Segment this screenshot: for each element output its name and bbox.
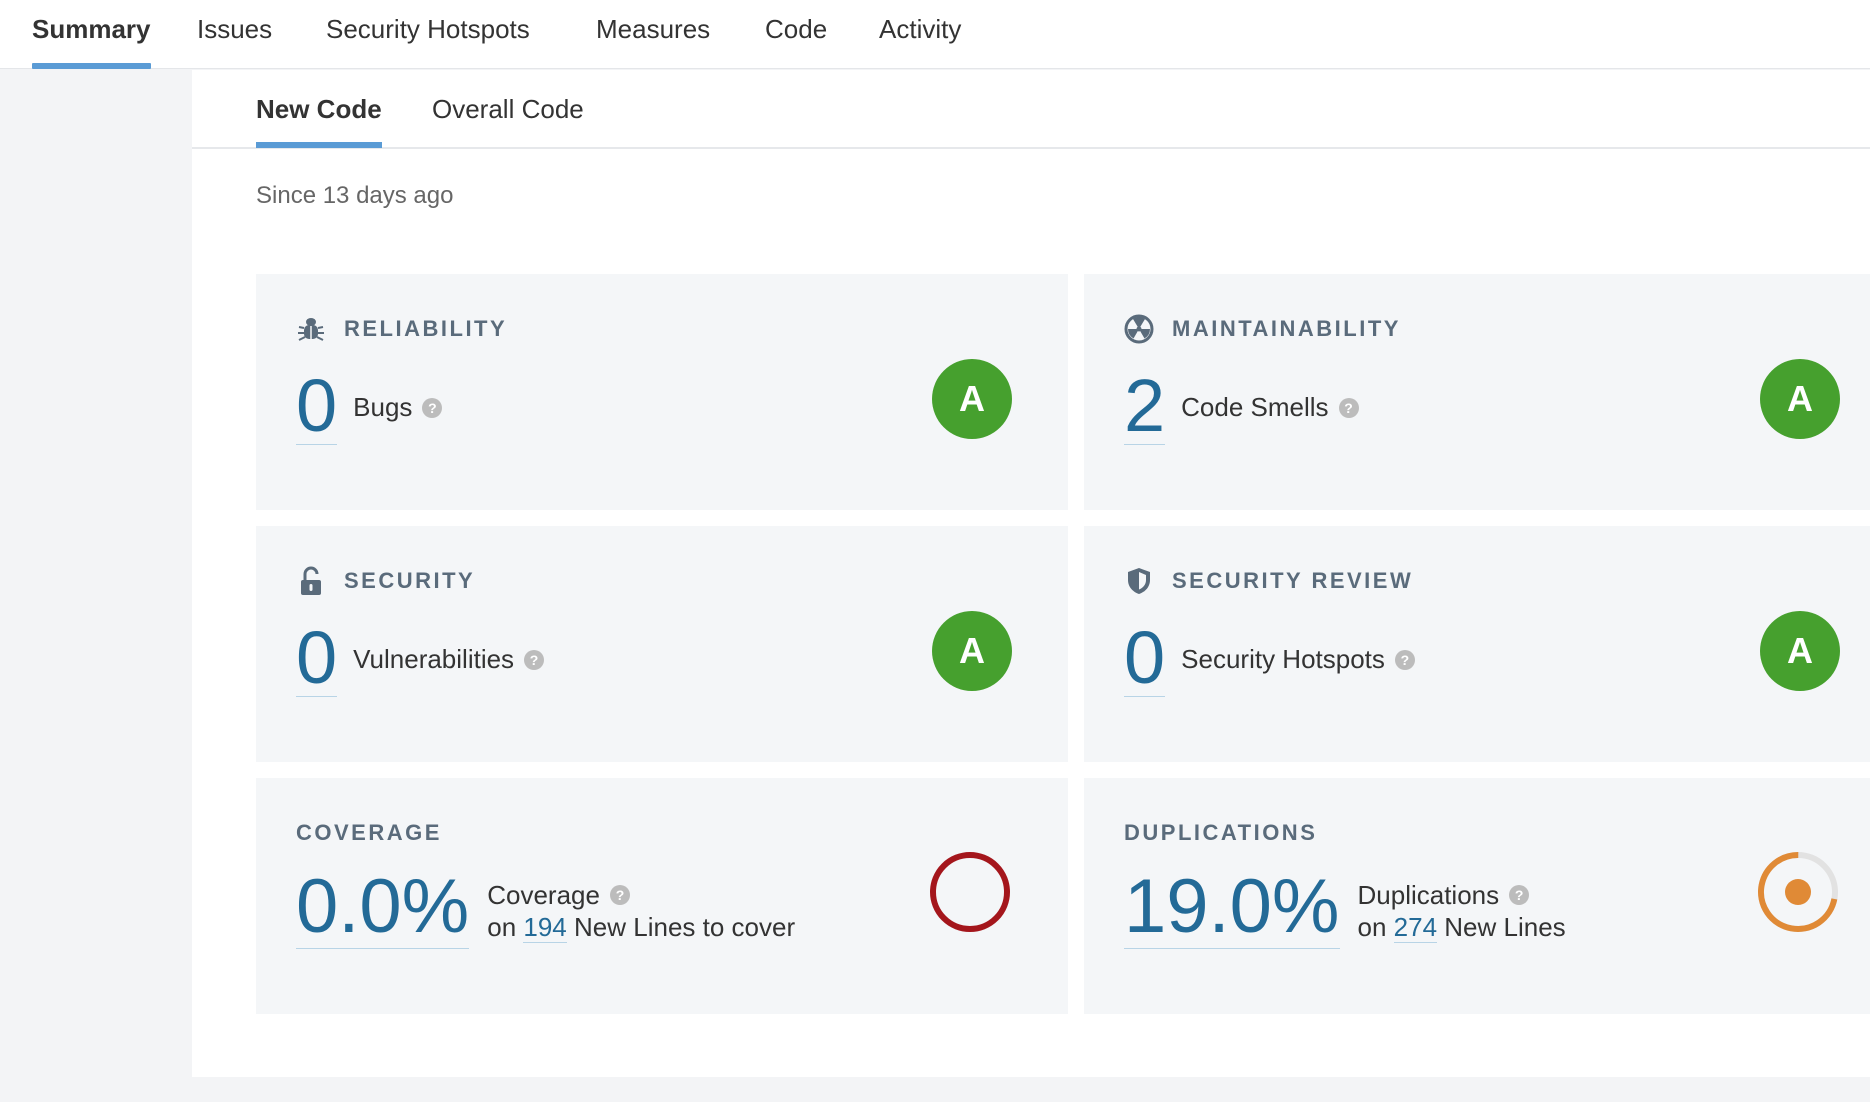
reliability-rating[interactable]: A (932, 359, 1012, 439)
tab-code[interactable]: Code (765, 14, 827, 45)
tab-summary[interactable]: Summary (32, 14, 151, 69)
top-nav: Summary Issues Security Hotspots Measure… (0, 0, 1870, 69)
vulnerabilities-count[interactable]: 0 (296, 621, 338, 697)
security-card: SECURITY 0 Vulnerabilities? A (256, 526, 1068, 762)
tab-measures[interactable]: Measures (596, 14, 710, 45)
duplications-donut-chart[interactable] (1756, 850, 1840, 934)
code-smells-count[interactable]: 2 (1124, 369, 1166, 445)
coverage-percent[interactable]: 0.0% (296, 868, 470, 949)
coverage-title: COVERAGE (296, 820, 442, 845)
reliability-card: RELIABILITY 0 Bugs? A (256, 274, 1068, 510)
coverage-donut-chart[interactable] (928, 850, 1012, 934)
duplications-percent[interactable]: 19.0% (1124, 868, 1340, 949)
radioactive-icon (1124, 314, 1154, 344)
security-review-card: SECURITY REVIEW 0 Security Hotspots? A (1084, 526, 1870, 762)
duplications-label: Duplications (1357, 880, 1500, 910)
maintainability-card: MAINTAINABILITY 2 Code Smells? A (1084, 274, 1870, 510)
maintainability-rating[interactable]: A (1760, 359, 1840, 439)
duplications-dot (1785, 879, 1811, 905)
code-smells-label: Code Smells (1181, 392, 1329, 422)
security-review-title: SECURITY REVIEW (1172, 568, 1414, 593)
code-period-tabs: New Code Overall Code (192, 70, 1870, 149)
reliability-title: RELIABILITY (344, 316, 508, 341)
coverage-label: Coverage (487, 880, 600, 910)
duplications-card: DUPLICATIONS 19.0% Duplications? on 274 … (1084, 778, 1870, 1014)
bug-icon (296, 314, 326, 344)
duplications-lines-suffix: New Lines (1444, 912, 1566, 942)
duplications-lines-link[interactable]: 274 (1393, 912, 1438, 943)
tab-new-code[interactable]: New Code (256, 94, 382, 148)
security-hotspots-label: Security Hotspots (1181, 644, 1385, 674)
help-icon[interactable]: ? (524, 649, 545, 670)
period-label: Since 13 days ago (256, 182, 454, 209)
help-icon[interactable]: ? (1394, 649, 1415, 670)
shield-icon (1124, 566, 1154, 596)
coverage-card: COVERAGE 0.0% Coverage? on 194 New Lines… (256, 778, 1068, 1014)
help-icon[interactable]: ? (1509, 885, 1530, 905)
summary-panel: New Code Overall Code Since 13 days ago … (192, 70, 1870, 1077)
coverage-on-text: on (487, 912, 517, 942)
security-rating[interactable]: A (932, 611, 1012, 691)
vulnerabilities-label: Vulnerabilities (353, 644, 515, 674)
security-hotspots-count[interactable]: 0 (1124, 621, 1166, 697)
tab-activity[interactable]: Activity (879, 14, 961, 45)
help-icon[interactable]: ? (1338, 397, 1359, 418)
security-review-rating[interactable]: A (1760, 611, 1840, 691)
tab-overall-code[interactable]: Overall Code (432, 94, 584, 125)
coverage-lines-link[interactable]: 194 (523, 912, 567, 943)
duplications-on-text: on (1357, 912, 1387, 942)
duplications-title: DUPLICATIONS (1124, 820, 1318, 845)
coverage-ring (930, 852, 1010, 932)
coverage-lines-suffix: New Lines to cover (574, 912, 796, 942)
unlock-icon (296, 566, 326, 596)
bugs-count[interactable]: 0 (296, 369, 338, 445)
tab-security-hotspots[interactable]: Security Hotspots (326, 14, 530, 45)
tab-issues[interactable]: Issues (197, 14, 272, 45)
maintainability-title: MAINTAINABILITY (1172, 316, 1401, 341)
security-title: SECURITY (344, 568, 476, 593)
help-icon[interactable]: ? (609, 885, 630, 905)
bugs-label: Bugs (353, 392, 413, 422)
help-icon[interactable]: ? (422, 397, 443, 418)
